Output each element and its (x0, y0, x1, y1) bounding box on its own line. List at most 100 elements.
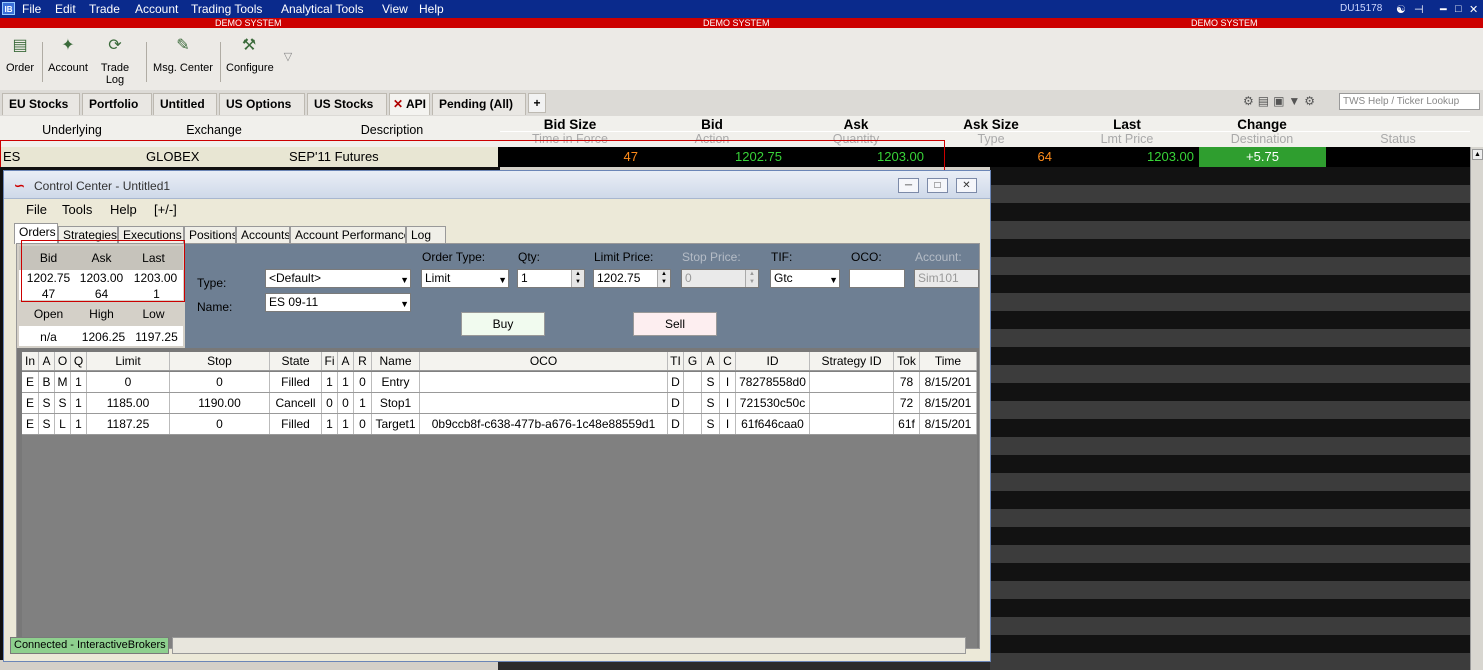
minimize-icon[interactable]: ━ (1440, 3, 1447, 16)
col-status[interactable]: Status (1328, 132, 1468, 146)
ticker-lookup-input[interactable]: TWS Help / Ticker Lookup (1339, 93, 1480, 110)
grid-col-c[interactable]: C (720, 352, 736, 370)
col-time-in-force[interactable]: Time in Force (500, 132, 640, 146)
ask-value[interactable]: 1203.00 (786, 149, 924, 164)
limit-price-input[interactable]: 1202.75 ▲ ▼ (593, 269, 671, 288)
tif-select[interactable]: Gtc ▼ (770, 269, 840, 288)
stop-price-stepper[interactable]: ▲ ▼ (745, 270, 758, 287)
tab-us-options[interactable]: US Options (219, 93, 305, 115)
grid-col-stop[interactable]: Stop (170, 352, 270, 370)
tab-pending-all[interactable]: Pending (All) (432, 93, 526, 115)
name-select[interactable]: ES 09-11 ▼ (265, 293, 411, 312)
order-row[interactable]: E S S 1 1185.00 1190.00 Cancell 0 0 1 Stop1 D S I 7215… (22, 393, 977, 414)
menu-analytical-tools[interactable]: Analytical Tools (281, 2, 364, 16)
account-button[interactable]: ✦ Account (48, 36, 88, 74)
qty-stepper[interactable]: ▲ ▼ (571, 270, 584, 287)
menu-trading-tools[interactable]: Trading Tools (191, 2, 262, 16)
tab-account-performance[interactable]: Account Performance (290, 226, 406, 244)
ticker-row[interactable]: ES GLOBEX SEP'11 Futures 47 1202.75 1203… (0, 147, 1483, 167)
grid-col-q[interactable]: Q (71, 352, 87, 370)
grid-col-name[interactable]: Name (372, 352, 420, 370)
window-maximize-button[interactable]: □ (927, 178, 948, 193)
grid-col-g[interactable]: G (684, 352, 702, 370)
col-type[interactable]: Type (930, 132, 1052, 146)
window-close-button[interactable]: ✕ (956, 178, 977, 193)
grid-col-state[interactable]: State (270, 352, 322, 370)
grid-col-o[interactable]: O (55, 352, 71, 370)
oco-input[interactable] (849, 269, 905, 288)
pin-icon[interactable]: ⊣ (1414, 3, 1424, 16)
grid-col-fi[interactable]: Fi (322, 352, 338, 370)
order-button[interactable]: ▤ Order (4, 36, 36, 74)
cc-menu-file[interactable]: File (26, 202, 47, 217)
configure-button[interactable]: ⚒ Configure (226, 36, 274, 74)
cc-menu-tools[interactable]: Tools (62, 202, 92, 217)
tab-log[interactable]: Log (406, 226, 446, 244)
tab-portfolio[interactable]: Portfolio (82, 93, 152, 115)
grid-col-ti[interactable]: TI (668, 352, 684, 370)
col-exchange[interactable]: Exchange (144, 123, 284, 137)
page-tools-icons[interactable]: ⚙▤▣▼⚙ (1243, 94, 1319, 108)
account-input[interactable]: Sim101 (914, 269, 979, 288)
toolbar-expand-icon[interactable]: ▽ (280, 50, 296, 63)
grid-col-time[interactable]: Time (920, 352, 977, 370)
col-quantity[interactable]: Quantity (786, 132, 926, 146)
menu-file[interactable]: File (22, 2, 41, 16)
grid-col-a3[interactable]: A (702, 352, 720, 370)
menu-account[interactable]: Account (135, 2, 178, 16)
tab-positions[interactable]: Positions (184, 226, 236, 244)
order-row[interactable]: E S L 1 1187.25 0 Filled 1 1 0 Target1 0b9ccb8f-c63… (22, 414, 977, 435)
add-tab-button[interactable]: + (528, 93, 546, 113)
lock-icon[interactable]: ☯ (1396, 3, 1406, 16)
grid-col-a2[interactable]: A (338, 352, 354, 370)
col-ask-size[interactable]: Ask Size (930, 117, 1052, 132)
tab-us-stocks[interactable]: US Stocks (307, 93, 387, 115)
col-last[interactable]: Last (1056, 117, 1198, 132)
col-bid-size[interactable]: Bid Size (500, 117, 640, 132)
menu-trade[interactable]: Trade (89, 2, 120, 16)
tab-eu-stocks[interactable]: EU Stocks (2, 93, 80, 115)
sell-button[interactable]: Sell (633, 312, 717, 336)
grid-col-id[interactable]: ID (736, 352, 810, 370)
window-titlebar[interactable]: ∽ Control Center - Untitled1 ─ □ ✕ (4, 171, 990, 199)
window-minimize-button[interactable]: ─ (898, 178, 919, 193)
grid-col-limit[interactable]: Limit (87, 352, 170, 370)
menu-help[interactable]: Help (419, 2, 444, 16)
close-icon[interactable]: ✕ (1469, 3, 1478, 16)
grid-col-tok[interactable]: Tok (894, 352, 920, 370)
col-action[interactable]: Action (642, 132, 782, 146)
col-lmt-price[interactable]: Lmt Price (1056, 132, 1198, 146)
order-type-select[interactable]: Limit ▼ (421, 269, 509, 288)
col-change[interactable]: Change (1199, 117, 1325, 132)
grid-col-oco[interactable]: OCO (420, 352, 668, 370)
trade-log-button[interactable]: ⟳ Trade Log (92, 36, 138, 86)
cc-menu-help[interactable]: Help (110, 202, 137, 217)
col-bid[interactable]: Bid (642, 117, 782, 132)
col-destination[interactable]: Destination (1199, 132, 1325, 146)
col-description[interactable]: Description (284, 123, 500, 137)
grid-col-strategy-id[interactable]: Strategy ID (810, 352, 894, 370)
order-row[interactable]: E B M 1 0 0 Filled 1 1 0 Entry D S I 78278558d0 78 8/15/… (22, 372, 977, 393)
col-underlying[interactable]: Underlying (0, 123, 144, 137)
msg-center-button[interactable]: ✎ Msg. Center (153, 36, 213, 74)
bid-value[interactable]: 1202.75 (642, 149, 782, 164)
qty-input[interactable]: 1 ▲ ▼ (517, 269, 585, 288)
type-select[interactable]: <Default> ▼ (265, 269, 411, 288)
stop-price-input[interactable]: 0 ▲ ▼ (681, 269, 759, 288)
cc-menu-toggle[interactable]: [+/-] (154, 202, 177, 217)
tab-api[interactable]: ✕ API (389, 93, 430, 115)
tab-untitled[interactable]: Untitled (153, 93, 217, 115)
buy-button[interactable]: Buy (461, 312, 545, 336)
col-ask[interactable]: Ask (786, 117, 926, 132)
grid-col-in[interactable]: In (22, 352, 39, 370)
menu-edit[interactable]: Edit (55, 2, 76, 16)
maximize-icon[interactable]: □ (1455, 3, 1462, 15)
tab-accounts[interactable]: Accounts (236, 226, 290, 244)
grid-col-r[interactable]: R (354, 352, 372, 370)
menu-view[interactable]: View (382, 2, 408, 16)
limit-price-stepper[interactable]: ▲ ▼ (657, 270, 670, 287)
scroll-up-icon[interactable]: ▲ (1472, 149, 1483, 160)
grid-col-a[interactable]: A (39, 352, 55, 370)
vertical-scrollbar[interactable]: ▲ (1470, 147, 1483, 670)
close-tab-icon[interactable]: ✕ (393, 97, 403, 111)
